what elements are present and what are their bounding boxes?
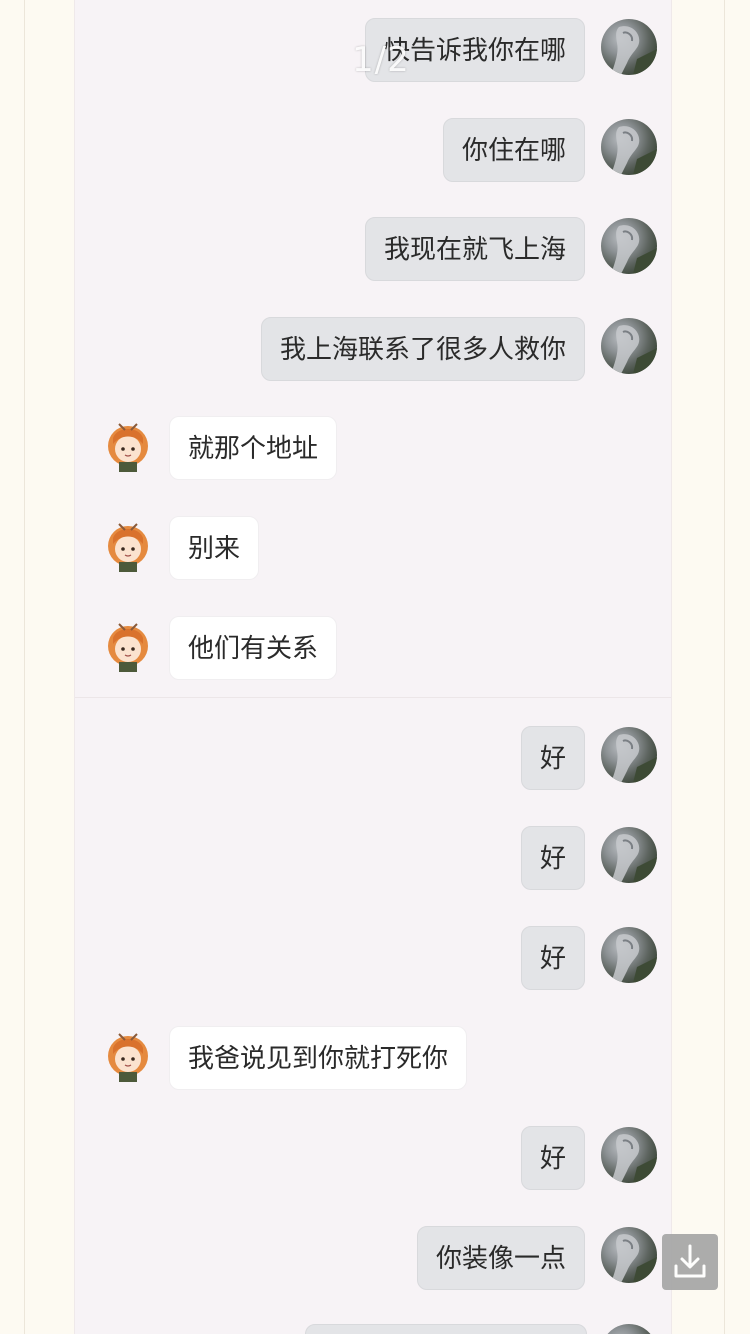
page-indicator: 1/2 bbox=[352, 40, 410, 80]
horse-photo-icon bbox=[611, 126, 657, 175]
message-row: 好 bbox=[75, 926, 671, 992]
message-row: 你住在哪 bbox=[75, 118, 671, 184]
their-avatar bbox=[99, 1026, 157, 1084]
message-row: 就那个地址 bbox=[75, 416, 671, 482]
image-viewer: 快告诉我你在哪 你住在哪 我现在就飞上海 我上海联系了很多人救你 就那个地址 别… bbox=[0, 0, 750, 1334]
message-row: 我爸说见到你就打死你 bbox=[75, 1026, 671, 1092]
my-avatar bbox=[601, 19, 657, 75]
my-avatar bbox=[601, 827, 657, 883]
horse-photo-icon bbox=[611, 325, 657, 374]
message-bubble: 我上海联系了很多人救你 bbox=[260, 317, 585, 381]
horse-photo-icon bbox=[611, 734, 657, 783]
message-row: 好 bbox=[75, 726, 671, 792]
horse-photo-icon bbox=[611, 26, 657, 75]
chat-screenshot: 快告诉我你在哪 你住在哪 我现在就飞上海 我上海联系了很多人救你 就那个地址 别… bbox=[74, 0, 672, 1334]
their-avatar bbox=[99, 416, 157, 474]
message-bubble: 我爸说见到你就打死你 bbox=[169, 1026, 468, 1090]
message-bubble: 他们有关系 bbox=[169, 616, 338, 680]
my-avatar bbox=[601, 119, 657, 175]
message-bubble: 好 bbox=[520, 826, 585, 890]
message-bubble: 好 bbox=[520, 1126, 585, 1190]
anime-girl-icon bbox=[108, 623, 148, 672]
message-row: 我上海联系了很多人救你 bbox=[75, 317, 671, 383]
their-avatar bbox=[99, 616, 157, 674]
horse-photo-icon bbox=[611, 1234, 657, 1283]
message-row: 好 bbox=[75, 1126, 671, 1192]
horse-photo-icon bbox=[611, 1134, 657, 1183]
message-bubble: 好 bbox=[520, 926, 585, 990]
message-row: 你装像一点 bbox=[75, 1226, 671, 1292]
message-bubble: 就那个地址 bbox=[169, 416, 338, 480]
message-bubble: 你住在哪 bbox=[442, 118, 585, 182]
message-bubble: 别来 bbox=[169, 516, 260, 580]
my-avatar bbox=[601, 1227, 657, 1283]
message-bubble: 好 bbox=[520, 726, 585, 790]
anime-girl-icon bbox=[108, 523, 148, 572]
my-avatar bbox=[601, 727, 657, 783]
horse-photo-icon bbox=[611, 934, 657, 983]
partial-avatar bbox=[601, 1324, 657, 1334]
message-row: 我现在就飞上海 bbox=[75, 217, 671, 283]
their-avatar bbox=[99, 516, 157, 574]
right-border-line bbox=[724, 0, 725, 1334]
message-bubble: 你装像一点 bbox=[416, 1226, 585, 1290]
horse-photo-icon bbox=[611, 225, 657, 274]
download-icon bbox=[674, 1244, 706, 1278]
my-avatar bbox=[601, 1127, 657, 1183]
screenshot-seam bbox=[75, 697, 671, 698]
message-row: 他们有关系 bbox=[75, 616, 671, 682]
left-border-line bbox=[24, 0, 25, 1334]
message-row: 别来 bbox=[75, 516, 671, 582]
my-avatar bbox=[601, 218, 657, 274]
download-button[interactable] bbox=[662, 1234, 718, 1290]
anime-girl-icon bbox=[108, 1033, 148, 1082]
partial-message-bubble bbox=[305, 1324, 587, 1334]
message-bubble: 我现在就飞上海 bbox=[364, 217, 585, 281]
horse-photo-icon bbox=[611, 834, 657, 883]
anime-girl-icon bbox=[108, 423, 148, 472]
my-avatar bbox=[601, 927, 657, 983]
message-row: 好 bbox=[75, 826, 671, 892]
my-avatar bbox=[601, 318, 657, 374]
